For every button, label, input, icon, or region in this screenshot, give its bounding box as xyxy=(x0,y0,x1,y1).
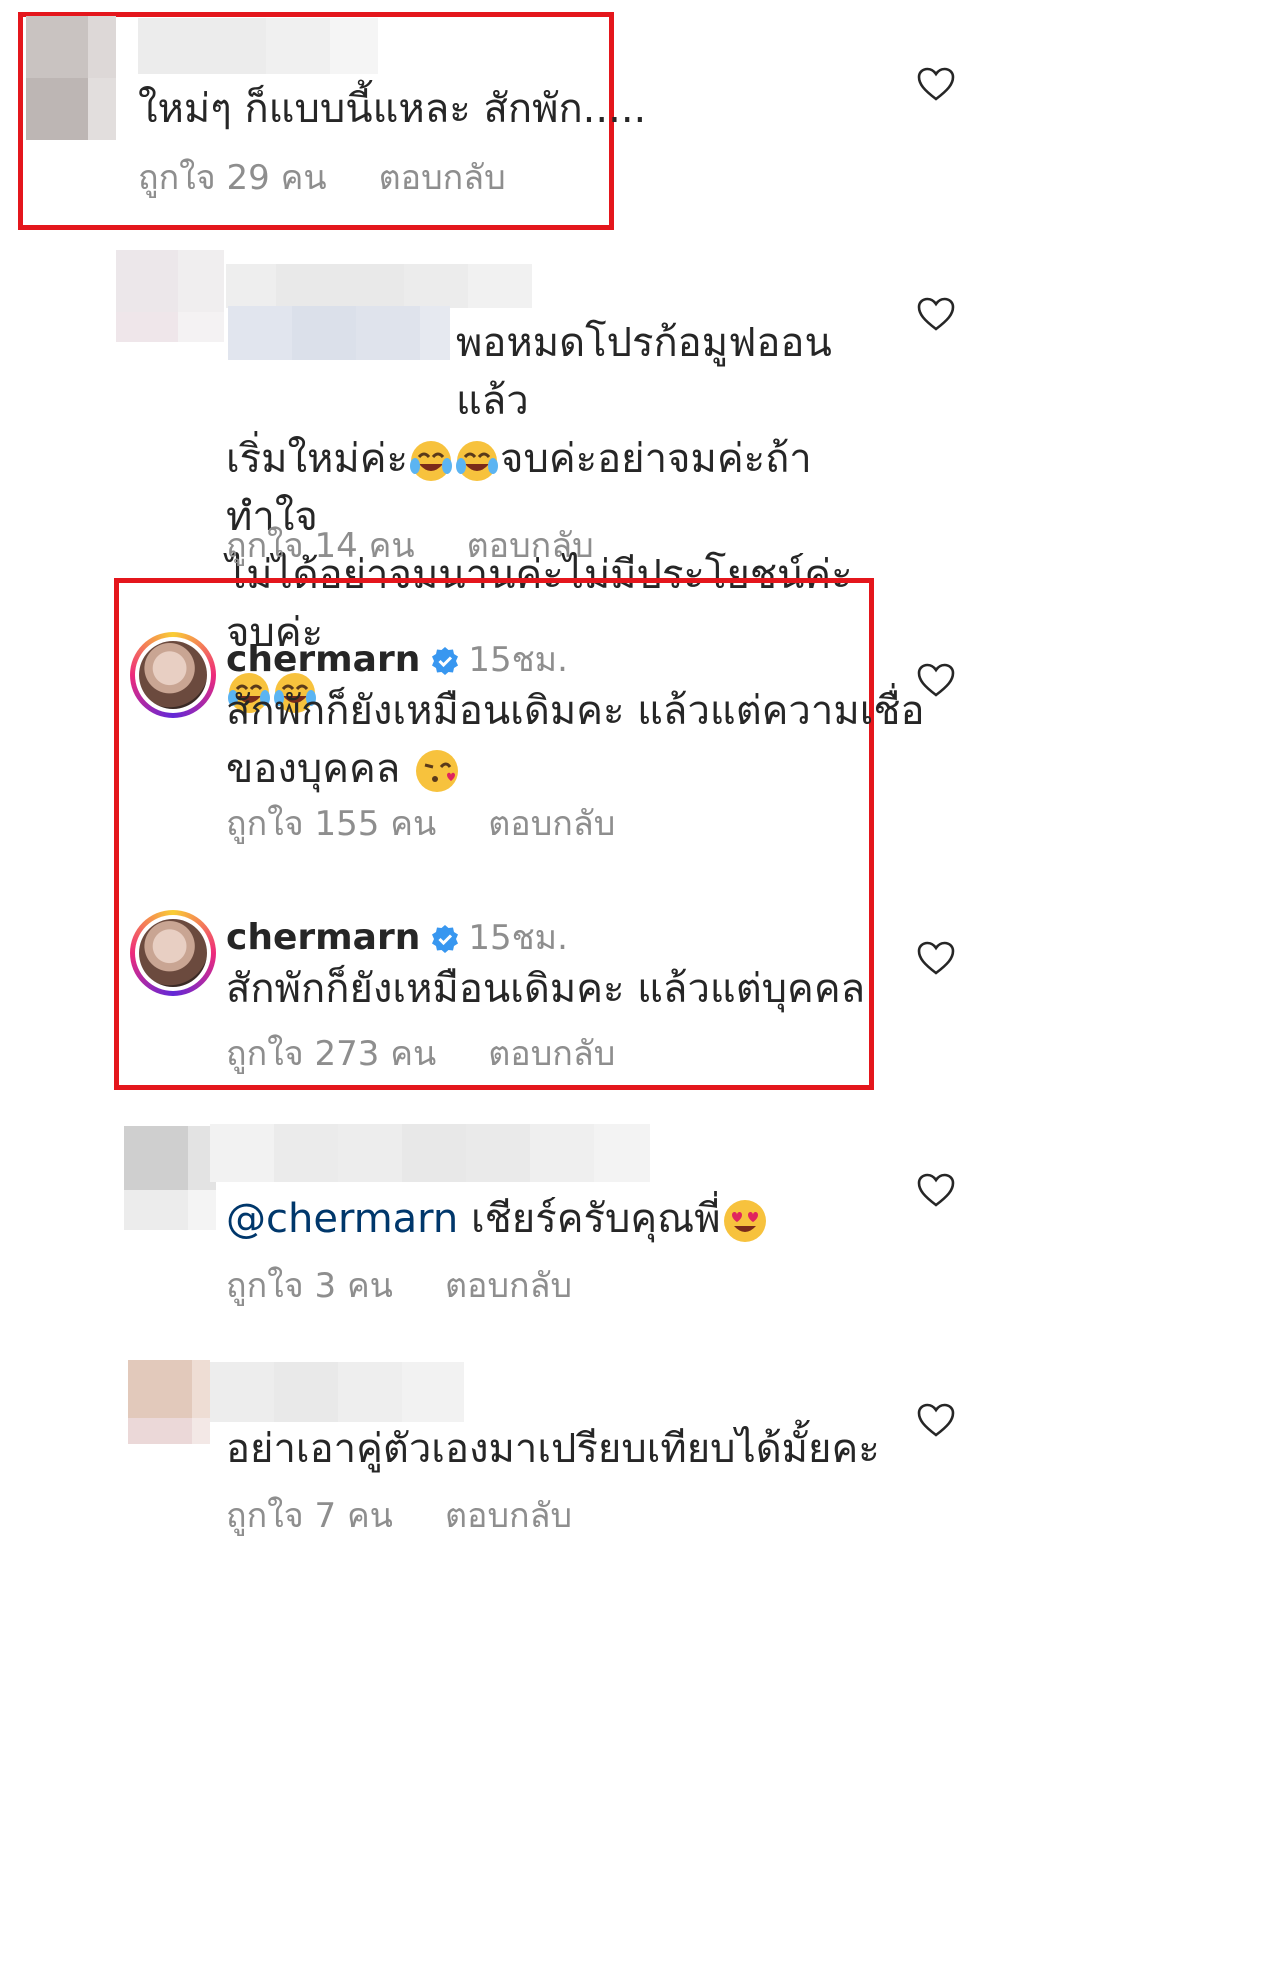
comment-text: @chermarn เชียร์ครับคุณพี่ xyxy=(226,1190,769,1248)
heart-icon[interactable] xyxy=(916,1172,956,1208)
kissing-face-emoji-icon xyxy=(416,750,459,792)
heart-icon[interactable] xyxy=(916,296,956,332)
heart-eyes-emoji-icon xyxy=(723,1200,766,1242)
likes-count[interactable]: ถูกใจ 29 คน xyxy=(138,158,327,198)
timestamp: 15ชม. xyxy=(468,918,568,958)
avatar[interactable] xyxy=(130,632,216,718)
comment-text: ใหม่ๆ ก็แบบนี้แหละ สักพัก..... xyxy=(138,86,647,132)
avatar-blurred[interactable] xyxy=(116,250,224,342)
comment-meta: ถูกใจ 155 คน ตอบกลับ xyxy=(226,796,615,850)
comment-meta: ถูกใจ 14 คน ตอบกลับ xyxy=(226,518,594,572)
likes-count[interactable]: ถูกใจ 273 คน xyxy=(226,1034,436,1074)
tears-of-joy-emoji-icon xyxy=(456,441,499,481)
comment-meta: ถูกใจ 3 คน ตอบกลับ xyxy=(226,1258,572,1312)
reply-button[interactable]: ตอบกลับ xyxy=(445,1496,572,1536)
comment-meta: ถูกใจ 29 คน ตอบกลับ xyxy=(138,150,506,204)
reply-button[interactable]: ตอบกลับ xyxy=(379,158,506,198)
reply-button[interactable]: ตอบกลับ xyxy=(488,1034,615,1074)
username-blurred[interactable] xyxy=(226,264,532,308)
avatar[interactable] xyxy=(130,910,216,996)
username-blurred[interactable] xyxy=(210,1124,650,1182)
avatar-blurred[interactable] xyxy=(128,1360,210,1444)
comment-meta: ถูกใจ 273 คน ตอบกลับ xyxy=(226,1026,615,1080)
timestamp: 15ชม. xyxy=(468,640,568,680)
reply-button[interactable]: ตอบกลับ xyxy=(445,1266,572,1306)
comment-meta: ถูกใจ 7 คน ตอบกลับ xyxy=(226,1488,572,1542)
username-blurred[interactable] xyxy=(138,18,378,74)
comment-text: อย่าเอาคู่ตัวเองมาเปรียบเทียบได้มั้ยคะ xyxy=(226,1426,880,1472)
tears-of-joy-emoji-icon xyxy=(410,441,453,481)
avatar-blurred[interactable] xyxy=(26,16,116,140)
likes-count[interactable]: ถูกใจ 7 คน xyxy=(226,1496,393,1536)
verified-badge-icon xyxy=(432,647,459,675)
likes-count[interactable]: ถูกใจ 155 คน xyxy=(226,804,436,844)
comment-text: สักพักก็ยังเหมือนเดิมคะ แล้วแต่บุคคล xyxy=(226,966,866,1012)
verified-badge-icon xyxy=(432,925,459,953)
heart-icon[interactable] xyxy=(916,940,956,976)
comment-text: สักพักก็ยังเหมือนเดิมคะ แล้วแต่ความเชื่อ… xyxy=(226,682,925,798)
username[interactable]: chermarn 15ชม. xyxy=(226,910,568,964)
heart-icon[interactable] xyxy=(916,66,956,102)
reply-button[interactable]: ตอบกลับ xyxy=(488,804,615,844)
username[interactable]: chermarn 15ชม. xyxy=(226,632,568,686)
username-blurred[interactable] xyxy=(210,1362,464,1422)
likes-count[interactable]: ถูกใจ 14 คน xyxy=(226,526,415,566)
likes-count[interactable]: ถูกใจ 3 คน xyxy=(226,1266,393,1306)
heart-icon[interactable] xyxy=(916,662,956,698)
reply-button[interactable]: ตอบกลับ xyxy=(467,526,594,566)
avatar-blurred[interactable] xyxy=(124,1126,216,1230)
heart-icon[interactable] xyxy=(916,1402,956,1438)
mention-link[interactable]: @chermarn xyxy=(226,1196,458,1242)
